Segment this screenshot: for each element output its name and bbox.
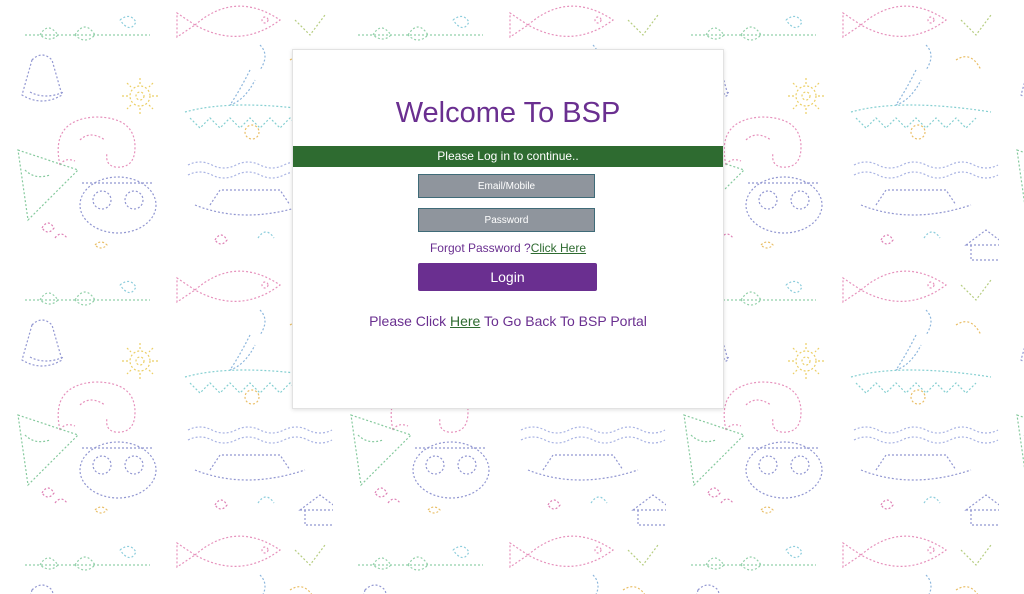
back-text-suffix: To Go Back To BSP Portal xyxy=(480,313,647,329)
password-input[interactable] xyxy=(418,208,595,232)
forgot-password-row: Forgot Password ?Click Here xyxy=(293,241,723,255)
email-mobile-input[interactable] xyxy=(418,174,595,198)
forgot-password-text: Forgot Password ? xyxy=(429,241,531,255)
back-to-portal-row: Please Click Here To Go Back To BSP Port… xyxy=(293,313,723,329)
login-banner: Please Log in to continue.. xyxy=(293,146,723,167)
login-button[interactable]: Login xyxy=(418,263,597,291)
back-text-prefix: Please Click xyxy=(369,313,450,329)
login-card: Welcome To BSP Please Log in to continue… xyxy=(292,49,724,409)
back-to-portal-link[interactable]: Here xyxy=(450,313,480,329)
page-title: Welcome To BSP xyxy=(395,97,621,129)
forgot-password-link[interactable]: Click Here xyxy=(531,241,586,255)
